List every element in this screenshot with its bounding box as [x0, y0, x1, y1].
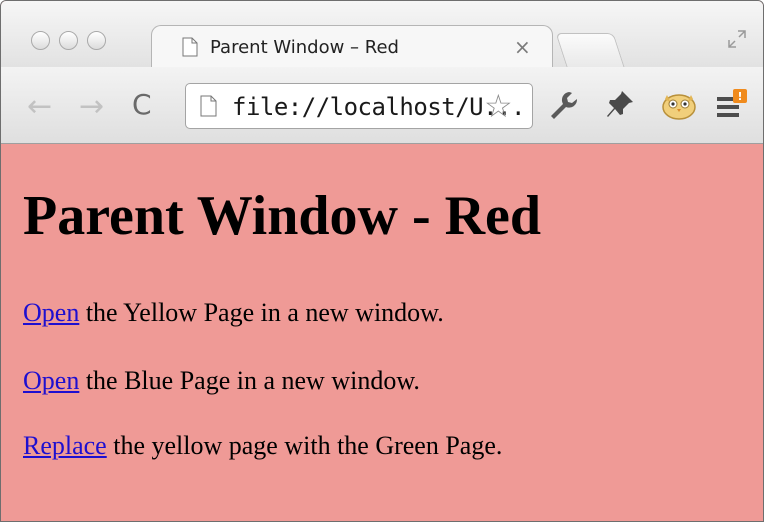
close-window-button[interactable]	[31, 31, 50, 50]
tab-active[interactable]: Parent Window – Red ×	[151, 25, 553, 69]
reload-button[interactable]: C	[132, 88, 152, 121]
new-tab-button[interactable]	[555, 33, 625, 67]
address-bar[interactable]: file://localhost/U... ☆	[185, 83, 533, 129]
url-text[interactable]: file://localhost/U...	[232, 93, 525, 121]
page-icon	[182, 37, 198, 57]
page-content: Parent Window - Red Open the Yellow Page…	[1, 144, 763, 521]
wrench-icon[interactable]	[547, 89, 579, 121]
pin-icon[interactable]	[605, 89, 635, 119]
browser-window: Parent Window – Red × ← → C file://local…	[0, 0, 764, 522]
title-bar: Parent Window – Red ×	[1, 1, 763, 69]
fullscreen-icon[interactable]	[727, 29, 747, 49]
tab-close-icon[interactable]: ×	[514, 35, 531, 59]
owl-icon[interactable]	[661, 89, 697, 121]
page-icon	[200, 95, 217, 117]
replace-green-link[interactable]: Replace	[23, 431, 107, 460]
back-button[interactable]: ←	[27, 89, 52, 124]
minimize-window-button[interactable]	[59, 31, 78, 50]
tab-title: Parent Window – Red	[210, 37, 399, 58]
open-yellow-link[interactable]: Open	[23, 298, 79, 327]
page-heading: Parent Window - Red	[23, 185, 542, 247]
menu-icon[interactable]: !	[715, 89, 749, 121]
line-text: the Yellow Page in a new window.	[79, 298, 444, 327]
zoom-window-button[interactable]	[87, 31, 106, 50]
forward-button[interactable]: →	[79, 89, 104, 124]
page-line-blue: Open the Blue Page in a new window.	[23, 366, 420, 396]
line-text: the yellow page with the Green Page.	[106, 431, 503, 460]
bookmark-star-icon[interactable]: ☆	[484, 87, 513, 125]
line-text: the Blue Page in a new window.	[79, 366, 420, 395]
toolbar: ← → C file://localhost/U... ☆ !	[1, 67, 763, 144]
open-blue-link[interactable]: Open	[23, 366, 79, 395]
svg-text:!: !	[737, 90, 742, 103]
page-line-green: Replace the yellow page with the Green P…	[23, 431, 502, 461]
page-line-yellow: Open the Yellow Page in a new window.	[23, 298, 444, 328]
